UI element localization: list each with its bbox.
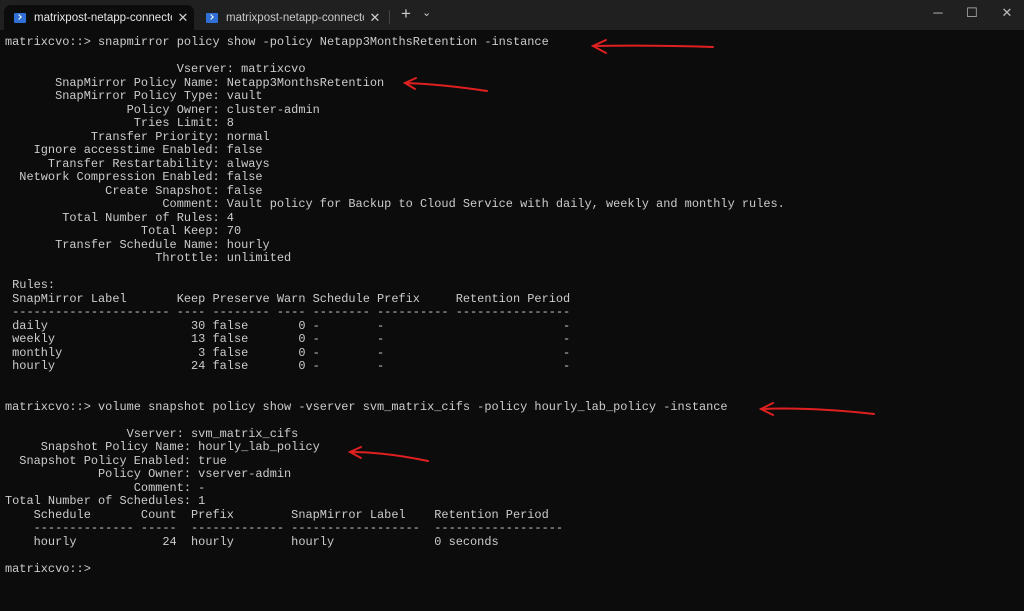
tab-title: matrixpost-netapp-connector( xyxy=(226,11,364,24)
minimize-button[interactable]: ─ xyxy=(923,5,953,20)
command-prompt-line: matrixcvo::> xyxy=(5,561,91,576)
output-line: Total Number of Schedules: 1 xyxy=(5,494,206,508)
output-line: Tries Limit: 8 xyxy=(5,116,234,130)
powershell-icon xyxy=(206,12,218,23)
output-line: hourly 24 hourly hourly 0 seconds xyxy=(5,534,499,549)
output-line: Transfer Priority: normal xyxy=(5,129,270,144)
output-line: -------------- ----- ------------- -----… xyxy=(5,521,564,535)
output-line: daily 30 false 0 - - - xyxy=(5,318,571,333)
output-line: hourly 24 false 0 - - - xyxy=(5,359,571,373)
output-line: Total Keep: 70 xyxy=(5,224,242,238)
output-line: Policy Owner: cluster-admin xyxy=(5,102,320,117)
output-line: Vserver: matrixcvo xyxy=(5,62,306,76)
close-icon[interactable]: ✕ xyxy=(364,10,386,26)
tab-bar: matrixpost-netapp-connector ✕ matrixpost… xyxy=(0,0,1024,30)
output-line: Total Number of Rules: 4 xyxy=(5,210,234,225)
command-prompt-line: matrixcvo::> snapmirror policy show -pol… xyxy=(5,35,549,49)
output-line: monthly 3 false 0 - - - xyxy=(5,345,571,360)
tab-1[interactable]: matrixpost-netapp-connector ✕ xyxy=(4,5,194,30)
output-line: ---------------------- ---- -------- ---… xyxy=(5,305,571,319)
output-line: SnapMirror Policy Type: vault xyxy=(5,89,263,103)
output-line: Policy Owner: vserver-admin xyxy=(5,467,292,481)
tab-2[interactable]: matrixpost-netapp-connector( ✕ xyxy=(196,5,386,30)
close-icon[interactable]: ✕ xyxy=(172,10,194,26)
output-line: Transfer Schedule Name: hourly xyxy=(5,237,270,252)
output-line: Rules: xyxy=(5,278,56,292)
output-line: weekly 13 false 0 - - - xyxy=(5,332,571,346)
output-line: Transfer Restartability: always xyxy=(5,156,270,171)
output-line: Create Snapshot: false xyxy=(5,183,263,198)
output-line: Throttle: unlimited xyxy=(5,251,292,265)
plus-icon[interactable]: + xyxy=(398,4,414,24)
output-line: SnapMirror Label Keep Preserve Warn Sche… xyxy=(5,291,571,306)
output-line: SnapMirror Policy Name: Netapp3MonthsRet… xyxy=(5,75,385,90)
powershell-icon xyxy=(14,12,26,23)
terminal-output[interactable]: matrixcvo::> snapmirror policy show -pol… xyxy=(5,35,785,576)
output-line: Schedule Count Prefix SnapMirror Label R… xyxy=(5,507,549,522)
output-line: Network Compression Enabled: false xyxy=(5,170,263,184)
output-line: Snapshot Policy Enabled: true xyxy=(5,453,227,468)
chevron-down-icon[interactable]: ⌄ xyxy=(422,6,431,19)
maximize-button[interactable]: ☐ xyxy=(957,5,987,21)
output-line: Comment: Vault policy for Backup to Clou… xyxy=(5,197,785,211)
output-line: Ignore accesstime Enabled: false xyxy=(5,143,263,157)
tab-title: matrixpost-netapp-connector xyxy=(34,11,172,24)
output-line: Comment: - xyxy=(5,480,206,495)
divider xyxy=(389,10,390,24)
output-line: Vserver: svm_matrix_cifs xyxy=(5,426,299,441)
close-window-button[interactable]: ✕ xyxy=(992,5,1022,21)
command-prompt-line: matrixcvo::> volume snapshot policy show… xyxy=(5,399,728,414)
output-line: Snapshot Policy Name: hourly_lab_policy xyxy=(5,440,320,454)
